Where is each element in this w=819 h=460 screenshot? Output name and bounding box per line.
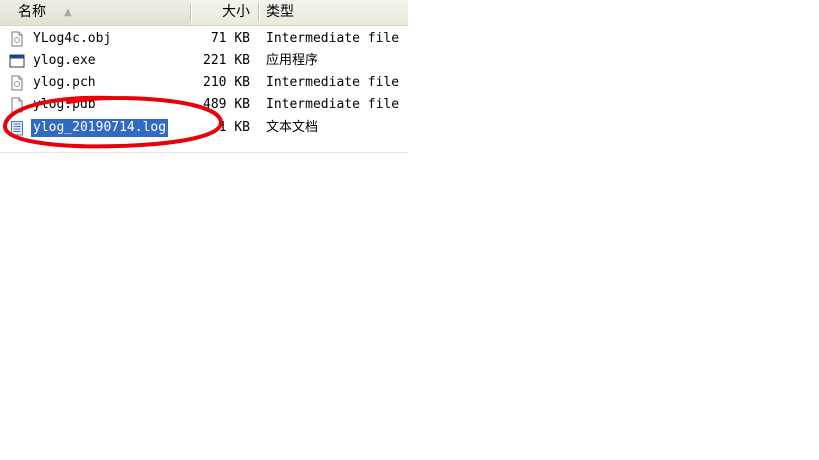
file-name[interactable]: ylog_20190714.log (31, 119, 169, 137)
file-row[interactable]: ylog.pdb 489 KB Intermediate file (0, 94, 408, 116)
file-size: 71 KB (210, 31, 250, 46)
file-row[interactable]: ylog.pch 210 KB Intermediate file (0, 72, 408, 94)
file-type: Intermediate file (266, 97, 400, 112)
file-row-selected[interactable]: ylog_20190714.log 1 KB 文本文档 (0, 117, 408, 139)
file-size: 489 KB (203, 97, 250, 112)
column-header-bar: 名称 ▲ 大小 类型 (0, 0, 408, 26)
file-name[interactable]: ylog.pdb (31, 96, 98, 114)
file-name[interactable]: YLog4c.obj (31, 30, 113, 48)
column-header-size[interactable]: 大小 (190, 0, 258, 25)
file-type: 应用程序 (266, 53, 319, 68)
file-row[interactable]: ylog.exe 221 KB 应用程序 (0, 50, 408, 72)
file-size: 221 KB (203, 53, 250, 68)
file-type: Intermediate file (266, 31, 400, 46)
file-size: 1 KB (218, 120, 250, 135)
file-type: Intermediate file (266, 75, 400, 90)
file-row[interactable]: YLog4c.obj 71 KB Intermediate file (0, 28, 408, 50)
exe-window-icon (9, 54, 25, 68)
file-list-view: 名称 ▲ 大小 类型 YLog4c.obj 71 KB Intermediate… (0, 0, 408, 153)
generic-file-icon (11, 75, 23, 91)
text-document-icon (11, 121, 23, 136)
generic-file-icon (11, 97, 23, 113)
file-name[interactable]: ylog.exe (31, 52, 98, 70)
column-header-name-label: 名称 (18, 4, 46, 20)
column-header-name[interactable]: 名称 ▲ (0, 0, 190, 25)
sort-ascending-icon: ▲ (64, 7, 72, 18)
file-type: 文本文档 (266, 120, 319, 135)
file-name[interactable]: ylog.pch (31, 74, 98, 92)
column-header-type-label: 类型 (266, 4, 294, 20)
column-header-size-label: 大小 (222, 4, 250, 20)
file-size: 210 KB (203, 75, 250, 90)
generic-file-icon (11, 31, 23, 47)
column-header-type[interactable]: 类型 (258, 0, 408, 25)
